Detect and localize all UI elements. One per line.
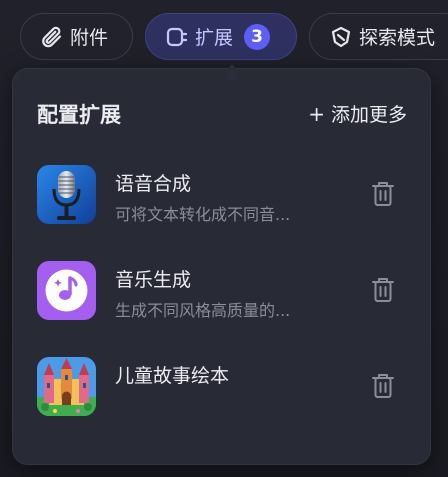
extension-description: 生成不同风格高质量的... <box>115 301 291 320</box>
extension-item-music[interactable]: 音乐生成 生成不同风格高质量的... <box>37 261 409 323</box>
extension-name: 音乐生成 <box>115 269 192 291</box>
extension-name: 儿童故事绘本 <box>115 365 230 387</box>
extension-name: 语音合成 <box>115 173 192 195</box>
attach-label: 附件 <box>70 27 109 49</box>
extension-description: 可将文本转化成不同音... <box>115 205 291 224</box>
panel-title: 配置扩展 <box>37 103 121 127</box>
panel-caret <box>222 64 242 84</box>
extensions-label: 扩展 <box>195 27 234 49</box>
extensions-count-badge: 3 <box>244 23 271 50</box>
explore-mode-button[interactable]: 探索模式 <box>309 13 448 60</box>
delete-icon[interactable] <box>371 181 395 207</box>
extensions-panel: 配置扩展 + 添加更多 语音合成 可将文本转化成不同音... 音乐生成 生成不同… <box>12 64 431 465</box>
paperclip-icon <box>40 25 64 49</box>
microphone-icon <box>37 165 96 224</box>
compass-shield-icon <box>329 25 353 49</box>
music-note-icon <box>37 261 96 320</box>
explore-mode-label: 探索模式 <box>359 27 436 49</box>
delete-icon[interactable] <box>371 373 395 399</box>
delete-icon[interactable] <box>371 277 395 303</box>
extension-item-tts[interactable]: 语音合成 可将文本转化成不同音... <box>37 165 409 227</box>
add-more-label: 添加更多 <box>330 104 407 126</box>
extension-item-storybook[interactable]: 儿童故事绘本 <box>37 357 409 419</box>
castle-icon <box>37 357 96 416</box>
attach-button[interactable]: 附件 <box>20 13 133 60</box>
extensions-button[interactable]: 扩展 3 <box>145 13 297 60</box>
add-more-button[interactable]: + 添加更多 <box>308 100 407 127</box>
plugin-icon <box>165 25 189 49</box>
plus-icon: + <box>308 101 325 126</box>
